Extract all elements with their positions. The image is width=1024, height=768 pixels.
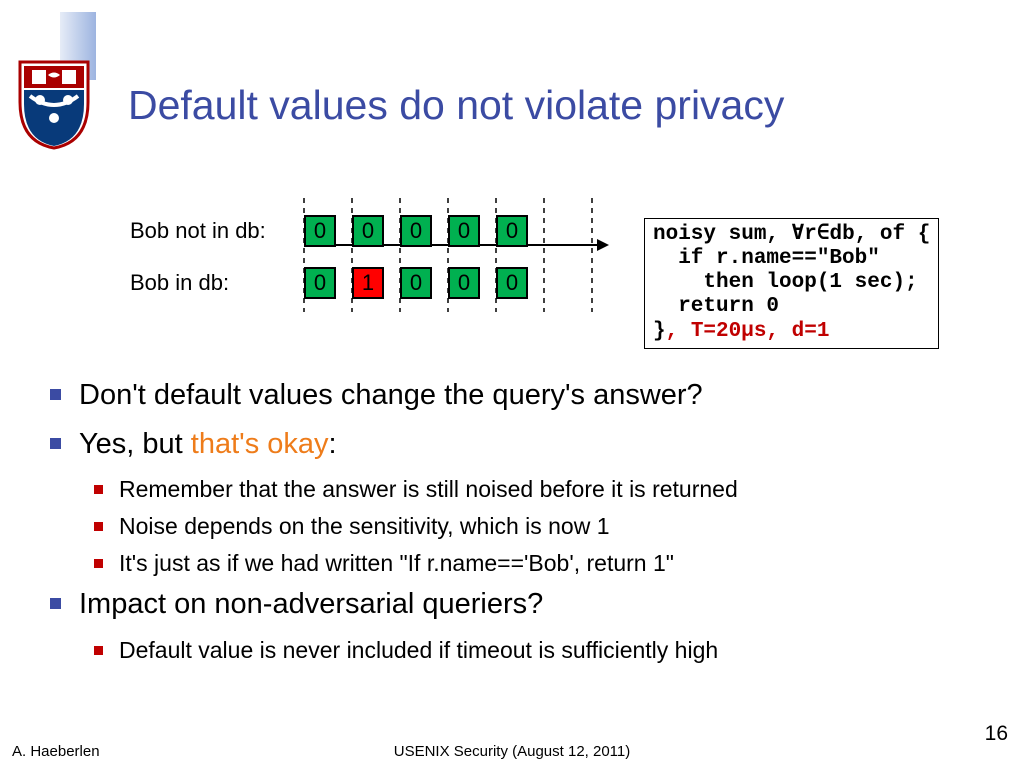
footer-page-number: 16 [985, 722, 1008, 746]
slide-title: Default values do not violate privacy [128, 82, 784, 129]
bullet-l1: Don't default values change the query's … [50, 376, 980, 415]
bullet-marker [50, 438, 61, 449]
bullet-list: Don't default values change the query's … [50, 376, 980, 672]
value-cell: 0 [448, 267, 480, 299]
penn-shield-logo [18, 60, 90, 155]
value-cell: 0 [352, 215, 384, 247]
bullet-l1: Impact on non-adversarial queriers? [50, 585, 980, 624]
value-cell: 0 [496, 267, 528, 299]
value-cell: 0 [448, 215, 480, 247]
bullet-l2: Remember that the answer is still noised… [94, 474, 980, 505]
label-in-db: Bob in db: [124, 270, 304, 296]
value-diagram: Bob not in db: 00000 Bob in db: 01000 [124, 208, 624, 306]
value-cell: 0 [304, 267, 336, 299]
value-cell: 1 [352, 267, 384, 299]
value-cell: 0 [496, 215, 528, 247]
bullet-text: Noise depends on the sensitivity, which … [119, 511, 610, 542]
bullet-text: Impact on non-adversarial queriers? [79, 585, 543, 624]
bullet-l1: Yes, but that's okay: [50, 425, 980, 464]
bullet-marker [50, 598, 61, 609]
bullet-text: It's just as if we had written "If r.nam… [119, 548, 674, 579]
value-cell: 0 [400, 215, 432, 247]
bullet-l2: It's just as if we had written "If r.nam… [94, 548, 980, 579]
row-not-in-db: Bob not in db: 00000 [124, 208, 624, 254]
bullet-l2: Default value is never included if timeo… [94, 635, 980, 666]
value-cell: 0 [400, 267, 432, 299]
bullet-l2: Noise depends on the sensitivity, which … [94, 511, 980, 542]
bullet-text: Don't default values change the query's … [79, 376, 703, 415]
bullet-marker [50, 389, 61, 400]
code-box: noisy sum, ∀r∈db, of { if r.name=="Bob" … [644, 218, 939, 349]
bullet-marker [94, 522, 103, 531]
footer-venue: USENIX Security (August 12, 2011) [0, 743, 1024, 760]
bullet-text: Yes, but that's okay: [79, 425, 337, 464]
bullet-text: Default value is never included if timeo… [119, 635, 718, 666]
bullet-text: Remember that the answer is still noised… [119, 474, 738, 505]
row-in-db: Bob in db: 01000 [124, 260, 624, 306]
bullet-marker [94, 559, 103, 568]
bullet-marker [94, 485, 103, 494]
label-not-in-db: Bob not in db: [124, 218, 304, 244]
bullet-marker [94, 646, 103, 655]
value-cell: 0 [304, 215, 336, 247]
